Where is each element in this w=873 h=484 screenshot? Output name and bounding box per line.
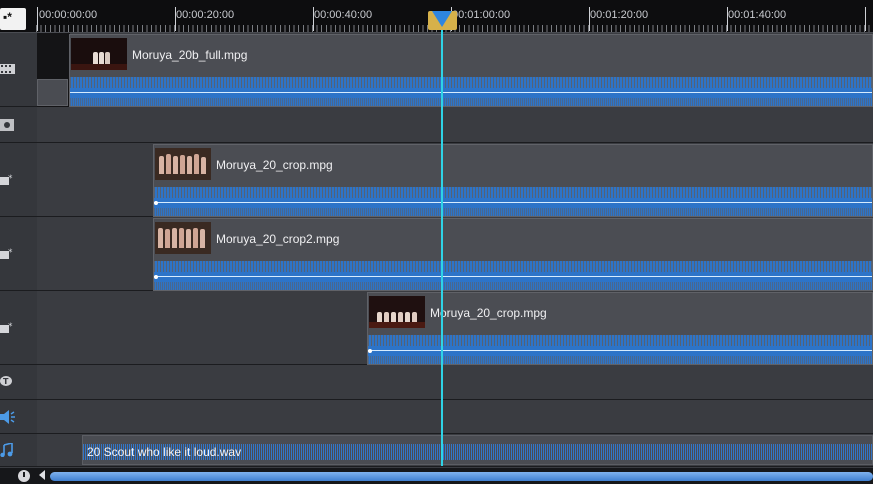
timeline-options-icon[interactable]: ▪*	[0, 8, 26, 30]
svg-text:*: *	[8, 322, 13, 332]
video-clip[interactable]: Moruya_20b_full.mpg	[69, 34, 873, 107]
track-header-column: * * * T	[0, 33, 37, 467]
clock-icon[interactable]	[18, 470, 30, 482]
track-lane-title[interactable]	[37, 365, 873, 400]
track-header-overlay-2[interactable]: *	[0, 217, 37, 291]
overlay-clip[interactable]: Moruya_20_crop.mpg	[153, 144, 873, 217]
clip-stub[interactable]	[37, 79, 68, 106]
voice-track-icon	[0, 410, 15, 424]
track-header-overlay-1[interactable]: *	[0, 143, 37, 217]
svg-text:*: *	[8, 174, 13, 184]
svg-text:T: T	[3, 377, 9, 386]
clip-thumbnail	[155, 222, 211, 254]
title-track-icon: T	[0, 376, 12, 386]
playhead-arrow-icon[interactable]	[432, 11, 452, 27]
clip-name: Moruya_20_crop.mpg	[430, 306, 547, 320]
track-lane-voice[interactable]	[37, 400, 873, 434]
clip-name: Moruya_20_crop.mpg	[216, 158, 333, 172]
track-header-effects[interactable]	[0, 107, 37, 143]
timeline-editor: ▪* 00:00:00:00 00:00:20:00 00:00:40:00 0…	[0, 0, 873, 484]
film-strip-icon	[0, 64, 15, 74]
horizontal-scrollbar[interactable]	[0, 467, 873, 484]
clip-audio-waveform	[154, 261, 872, 290]
track-header-music[interactable]	[0, 434, 37, 467]
playhead-line[interactable]	[441, 14, 443, 466]
clip-thumbnail	[155, 148, 211, 180]
track-header-voice[interactable]	[0, 400, 37, 434]
scroll-thumb[interactable]	[50, 472, 873, 481]
timecode-label: 00:00:00:00	[39, 9, 98, 21]
timecode-label: 00:00:20:00	[176, 9, 235, 21]
clip-name: Moruya_20b_full.mpg	[132, 48, 248, 62]
track-lane-effects[interactable]	[37, 107, 873, 143]
clip-thumbnail	[71, 38, 127, 70]
effects-track-icon	[0, 119, 14, 131]
track-header-video[interactable]	[0, 33, 37, 107]
timecode-label: 00:01:20:00	[590, 9, 649, 21]
overlay-track-icon: *	[0, 322, 13, 333]
timecode-label: 00:01:40:00	[728, 9, 787, 21]
svg-text:*: *	[8, 248, 13, 258]
clip-audio-waveform	[70, 77, 872, 106]
track-header-overlay-3[interactable]: *	[0, 291, 37, 365]
clip-thumbnail	[369, 296, 425, 328]
music-clip-name: 20 Scout who like it loud.wav	[87, 445, 242, 459]
track-header-title[interactable]: T	[0, 365, 37, 400]
timecode-label: 00:01:00:00	[452, 9, 511, 21]
music-note-icon	[0, 443, 13, 457]
overlay-track-icon: *	[0, 248, 13, 259]
clip-audio-waveform	[368, 335, 872, 364]
scroll-left-icon[interactable]	[39, 470, 45, 480]
overlay-track-icon: *	[0, 174, 13, 185]
clip-name: Moruya_20_crop2.mpg	[216, 232, 340, 246]
clip-audio-waveform	[154, 187, 872, 216]
timecode-label: 00:00:40:00	[314, 9, 373, 21]
music-clip[interactable]: 20 Scout who like it loud.wav	[82, 435, 873, 465]
overlay-clip[interactable]: Moruya_20_crop2.mpg	[153, 218, 873, 291]
